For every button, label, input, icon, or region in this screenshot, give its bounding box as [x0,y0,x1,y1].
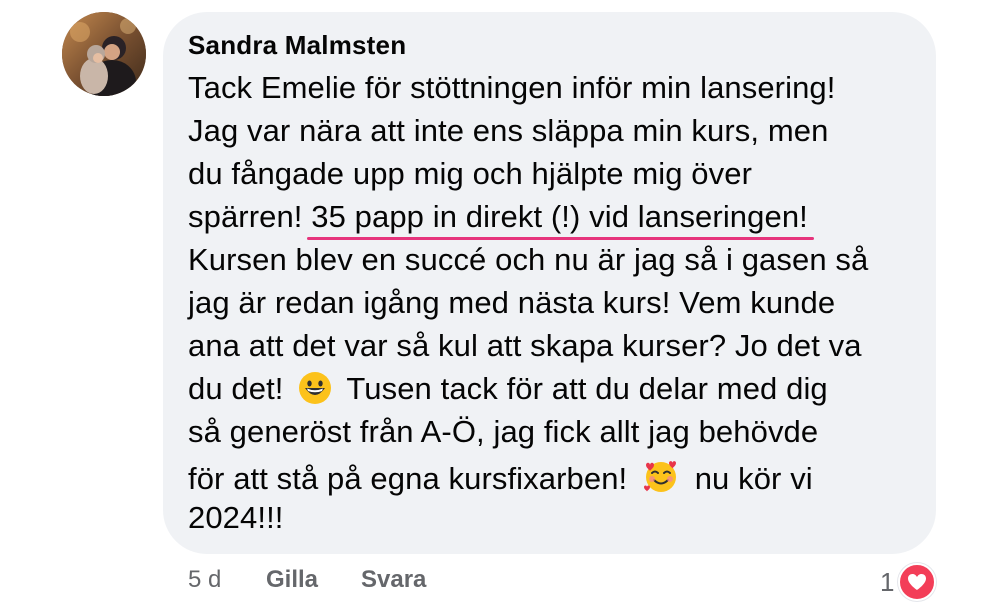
grinning-face-emoji [298,371,332,413]
reaction-summary[interactable]: 1 [880,562,937,602]
reply-button[interactable]: Svara [361,566,426,594]
comment-timestamp[interactable]: 5 d [188,566,221,594]
highlight-underline [307,237,814,240]
comment-text-segment: spärren! [188,199,303,234]
comment-text-segment: för att stå på egna kursfixarben! [188,461,628,496]
avatar[interactable] [62,12,146,96]
comment-text-line: 2024!!! [188,500,284,535]
comment-text-line: jag är redan igång med nästa kurs! Vem k… [188,285,836,320]
highlighted-text: 35 papp in direkt (!) vid lanseringen! [307,199,814,240]
comment-text-line: Tack Emelie för stöttningen inför min la… [188,70,836,105]
comment-text-line: du det! Tusen tack för att du delar med … [188,371,828,413]
comment: Sandra Malmsten Tack Emelie för stöttnin… [0,0,1000,616]
comment-text-line: ana att det var så kul att skapa kurser?… [188,328,862,363]
highlighted-text-content: 35 papp in direkt (!) vid lanseringen! [311,199,808,234]
like-button[interactable]: Gilla [266,566,318,594]
comment-text-line: du fångade upp mig och hjälpte mig över [188,156,752,191]
comment-text-line: för att stå på egna kursfixarben! nu kör… [188,457,813,503]
comment-text-line: Jag var nära att inte ens släppa min kur… [188,113,829,148]
comment-text-line: så generöst från A-Ö, jag fick allt jag … [188,414,819,449]
comment-text-line: Kursen blev en succé och nu är jag så i … [188,242,869,277]
comment-author[interactable]: Sandra Malmsten [188,30,406,61]
reaction-count: 1 [880,566,895,597]
comment-text-segment: du det! [188,371,284,406]
comment-text-segment: nu kör vi [694,461,813,496]
smiling-face-with-hearts-emoji [642,457,680,503]
heart-icon [898,563,937,601]
comment-text-line: spärren! 35 papp in direkt (!) vid lanse… [188,199,814,240]
comment-text-segment: Tusen tack för att du delar med dig [346,371,828,406]
